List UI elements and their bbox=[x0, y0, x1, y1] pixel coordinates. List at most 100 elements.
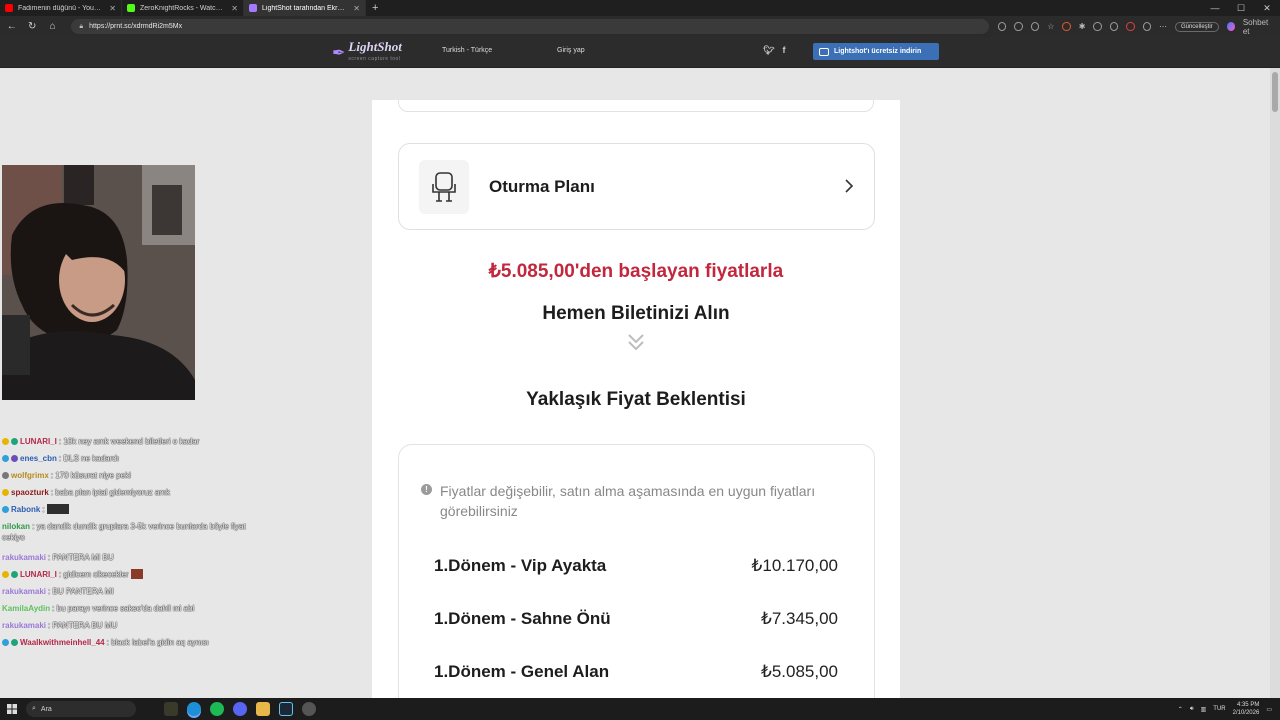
clock-time: 4:35 PM bbox=[1236, 702, 1260, 708]
new-tab-button[interactable]: + bbox=[366, 2, 384, 14]
home-icon[interactable]: ⌂ bbox=[47, 21, 58, 32]
chat-username[interactable]: nilokan bbox=[2, 522, 30, 531]
page-scrollbar[interactable] bbox=[1270, 68, 1280, 698]
extension-icon[interactable] bbox=[1062, 22, 1071, 31]
network-icon[interactable]: ▥ bbox=[1201, 706, 1207, 713]
extensions-puzzle-icon[interactable]: ✱ bbox=[1079, 22, 1086, 31]
maximize-button[interactable]: ☐ bbox=[1228, 0, 1254, 16]
steam-icon[interactable] bbox=[279, 702, 293, 716]
discord-icon[interactable] bbox=[233, 702, 247, 716]
close-icon[interactable]: ✕ bbox=[109, 4, 116, 13]
edge-icon[interactable] bbox=[187, 702, 201, 716]
update-button[interactable]: Güncelleştir bbox=[1174, 21, 1219, 32]
sohbet-label[interactable]: Sohbet et bbox=[1243, 18, 1274, 36]
price-row[interactable]: 1.Dönem - Genel Alan ₺5.085,00 bbox=[434, 662, 838, 682]
tab-kick[interactable]: ZeroKnightRocks - Watch clips on ✕ bbox=[122, 0, 244, 16]
facebook-icon[interactable]: f bbox=[782, 45, 785, 56]
tab-youtube[interactable]: Fadimenin düğünü - YouTube ✕ bbox=[0, 0, 122, 16]
profile-icon[interactable] bbox=[1142, 22, 1151, 31]
tray-chevron-icon[interactable]: ⌃ bbox=[1178, 706, 1183, 713]
chat-message: Waalkwithmeinhell_44 : black label'a gid… bbox=[2, 637, 252, 654]
menu-dots-icon[interactable]: ⋯ bbox=[1159, 22, 1167, 31]
price-row[interactable]: 1.Dönem - Vip Ayakta ₺10.170,00 bbox=[434, 556, 838, 576]
address-bar[interactable]: 🔒︎ https://prnt.sc/xdrmdRi2m5Mx bbox=[71, 19, 990, 34]
chat-message: rakukamaki : PANTERA BU MU bbox=[2, 620, 252, 637]
lightshot-logo[interactable]: ✒︎ LightShot screen capture tool bbox=[332, 40, 402, 65]
chat-username[interactable]: rakukamaki bbox=[2, 552, 46, 563]
chat-username[interactable]: spaozturk bbox=[11, 487, 49, 498]
language-indicator[interactable]: TUR bbox=[1213, 706, 1225, 712]
social-links: 🐦︎ f bbox=[763, 45, 785, 56]
collections-icon[interactable] bbox=[1109, 22, 1119, 31]
download-icon bbox=[819, 47, 829, 56]
chat-text: : DLS ne kadardı bbox=[58, 454, 119, 463]
close-icon[interactable]: ✕ bbox=[353, 4, 360, 13]
screenshot-image: Oturma Planı ₺5.085,00'den başlayan fiya… bbox=[372, 100, 900, 698]
emote-image bbox=[130, 569, 143, 579]
chat-username[interactable]: rakukamaki bbox=[2, 586, 46, 597]
zoom-icon[interactable] bbox=[1014, 22, 1023, 31]
reader-icon[interactable] bbox=[998, 22, 1007, 31]
seat-plan-card[interactable]: Oturma Planı bbox=[398, 143, 875, 230]
back-icon[interactable]: ← bbox=[6, 21, 17, 32]
price-name: 1.Dönem - Vip Ayakta bbox=[434, 556, 607, 575]
extension-red-icon[interactable] bbox=[1126, 22, 1135, 31]
browser-tools: ☆ ✱ ⋯ Güncelleştir Sohbet et bbox=[998, 18, 1274, 36]
seat-icon bbox=[419, 159, 469, 214]
chat-username[interactable]: KamilaAydin bbox=[2, 603, 50, 614]
info-text: Fiyatlar değişebilir, satın alma aşaması… bbox=[440, 483, 816, 519]
favorite-star-icon[interactable]: ☆ bbox=[1047, 22, 1054, 31]
browser-tabstrip: Fadimenin düğünü - YouTube ✕ ZeroKnightR… bbox=[0, 0, 1280, 16]
brand-tagline: screen capture tool bbox=[348, 56, 401, 62]
chat-message: KamilaAydin : bu parayı verince sakso'da… bbox=[2, 603, 252, 620]
start-button[interactable] bbox=[0, 704, 24, 714]
chat-message: LUNARI_I : 10k ney amk weekend biletleri… bbox=[2, 436, 252, 453]
price-expectation-heading: Yaklaşık Fiyat Beklentisi bbox=[526, 389, 746, 410]
copilot-icon[interactable] bbox=[1226, 22, 1235, 31]
scrollbar-thumb[interactable] bbox=[1272, 72, 1278, 112]
lightshot-header: ✒︎ LightShot screen capture tool Turkish… bbox=[0, 37, 1280, 68]
price-value: ₺5.085,00 bbox=[761, 662, 838, 681]
stream-chat: LUNARI_I : 10k ney amk weekend biletleri… bbox=[2, 436, 252, 654]
close-icon[interactable]: ✕ bbox=[231, 4, 238, 13]
windows-icon bbox=[7, 704, 17, 714]
chat-username[interactable]: enes_cbn bbox=[20, 453, 57, 464]
chat-username[interactable]: rakukamaki bbox=[2, 620, 46, 631]
clock[interactable]: 4:35 PM 2/10/2026 bbox=[1233, 701, 1260, 717]
taskbar-search[interactable]: ⌕ Ara bbox=[26, 701, 136, 717]
tab-label: Fadimenin düğünü - YouTube bbox=[18, 4, 105, 12]
badge-icon bbox=[2, 455, 9, 462]
price-info-note: ! Fiyatlar değişebilir, satın alma aşama… bbox=[421, 481, 851, 521]
chat-username[interactable]: Rabonk bbox=[11, 504, 40, 515]
lightshot-icon bbox=[249, 4, 257, 12]
tab-label: LightShot tarafından Ekran Görü bbox=[262, 4, 348, 12]
tab-lightshot[interactable]: LightShot tarafından Ekran Görü ✕ bbox=[244, 0, 366, 16]
notification-icon[interactable]: ▭ bbox=[1266, 706, 1272, 713]
price-list-card: ! Fiyatlar değişebilir, satın alma aşama… bbox=[398, 444, 875, 698]
chat-message: nilokan : ya dandik dundik gruplara 3-5k… bbox=[2, 521, 252, 552]
login-link[interactable]: Giriş yap bbox=[557, 47, 585, 54]
chat-username[interactable]: LUNARI_I bbox=[20, 436, 57, 447]
chat-username[interactable]: Waalkwithmeinhell_44 bbox=[20, 637, 105, 648]
chat-username[interactable]: wolfgrimx bbox=[11, 470, 49, 481]
chat-username[interactable]: LUNARI_I bbox=[20, 569, 57, 580]
refresh-icon[interactable]: ↻ bbox=[26, 21, 37, 32]
spotify-icon[interactable] bbox=[210, 702, 224, 716]
volume-icon[interactable]: 🔊︎ bbox=[1190, 706, 1194, 713]
language-select[interactable]: Turkish - Türkçe bbox=[442, 47, 492, 54]
badge-icon bbox=[2, 571, 9, 578]
double-chevron-down-icon[interactable] bbox=[626, 332, 646, 352]
price-row[interactable]: 1.Dönem - Sahne Önü ₺7.345,00 bbox=[434, 609, 838, 629]
read-aloud-icon[interactable] bbox=[1030, 22, 1040, 31]
close-window-button[interactable]: ✕ bbox=[1254, 0, 1280, 16]
twitter-icon[interactable]: 🐦︎ bbox=[763, 45, 774, 56]
minimize-button[interactable]: — bbox=[1202, 0, 1228, 16]
previous-card bbox=[398, 100, 874, 112]
favorites-icon[interactable] bbox=[1093, 22, 1102, 31]
chat-message: enes_cbn : DLS ne kadardı bbox=[2, 453, 252, 470]
download-button[interactable]: Lightshot'ı ücretsiz indirin bbox=[813, 43, 939, 60]
download-label: Lightshot'ı ücretsiz indirin bbox=[834, 48, 922, 55]
file-explorer-icon[interactable] bbox=[256, 702, 270, 716]
settings-icon[interactable] bbox=[302, 702, 316, 716]
sparkle-widget-icon[interactable] bbox=[164, 702, 178, 716]
